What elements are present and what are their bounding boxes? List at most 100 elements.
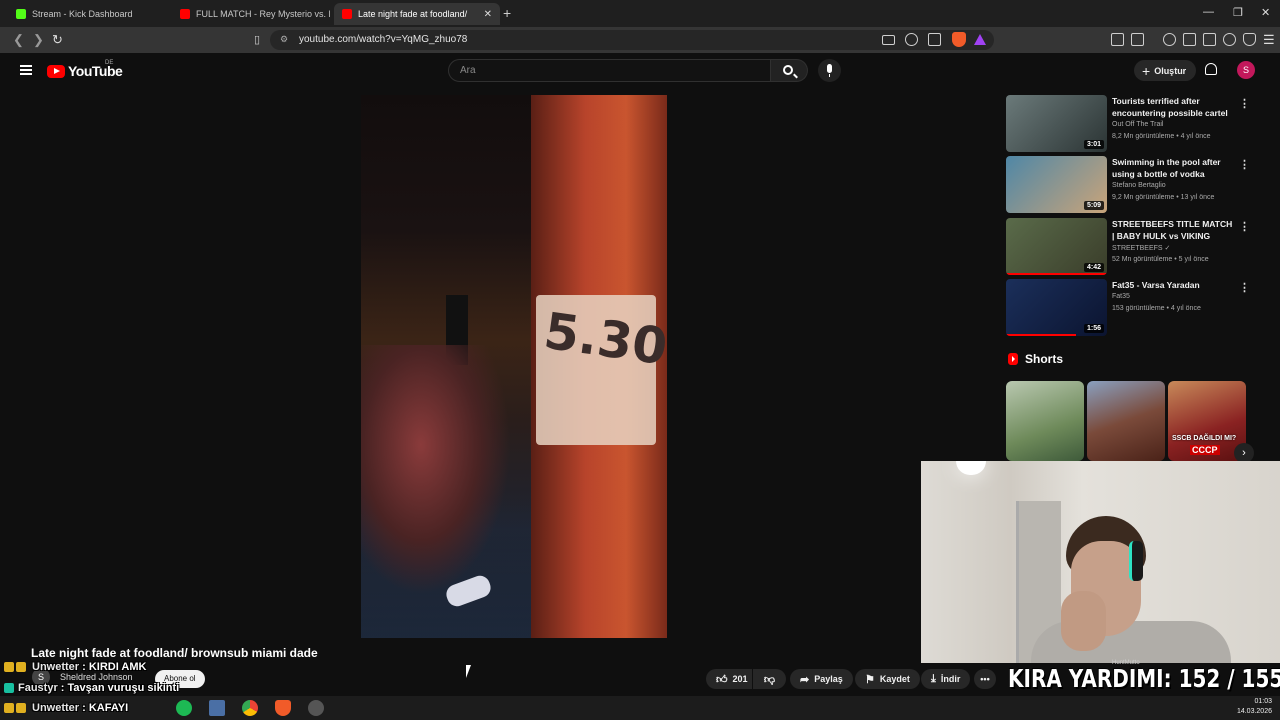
chrome-icon[interactable] [242, 700, 258, 716]
short-thumbnail[interactable] [1006, 381, 1084, 461]
duration-badge: 3:01 [1083, 140, 1104, 149]
dislike-button[interactable]: 👎︎ [753, 669, 786, 689]
obs-icon[interactable] [308, 700, 324, 716]
chat-username: Unwetter [32, 702, 80, 714]
chat-separator: : [79, 661, 89, 673]
search-placeholder: Ara [460, 65, 476, 76]
chat-badge-icon [16, 662, 26, 672]
share-button[interactable]: ➦ Paylaş [790, 669, 853, 689]
recommendation-thumbnail[interactable]: 3:01 [1006, 95, 1107, 152]
guide-menu-icon[interactable] [20, 65, 32, 75]
wallet-icon[interactable] [1131, 33, 1144, 46]
download-button[interactable]: ⤓ İndir [921, 669, 971, 689]
channel-name[interactable]: Sheldred Johnson [60, 672, 133, 682]
webcam-overlay [921, 461, 1280, 663]
youtube-wordmark: YouTube [68, 63, 123, 79]
search-button[interactable] [771, 59, 808, 82]
recommendation-channel[interactable]: Out Off The Trail [1112, 121, 1164, 128]
recommendation-item[interactable]: 3:01 Tourists terrified after encounteri… [1006, 95, 1256, 152]
more-vert-icon[interactable]: ⋮ [1239, 97, 1250, 110]
like-count: 201 [732, 674, 748, 684]
headset-icon [1129, 541, 1143, 581]
calculator-icon[interactable] [209, 700, 225, 716]
zoom-icon[interactable] [905, 33, 918, 46]
more-vert-icon[interactable]: ⋮ [1239, 158, 1250, 171]
media-icon[interactable] [1163, 33, 1176, 46]
forward-icon[interactable]: ❯ [33, 32, 44, 48]
sidebar-icon[interactable] [1183, 33, 1196, 46]
brave-shields-icon[interactable] [952, 32, 966, 47]
short-thumbnail[interactable] [1087, 381, 1165, 461]
cast-icon[interactable] [882, 35, 895, 45]
recommendation-item[interactable]: 5:09 Swimming in the pool after using a … [1006, 156, 1256, 213]
youtube-logo[interactable]: YouTube DE [47, 60, 123, 79]
recommendation-title[interactable]: Swimming in the pool after using a bottl… [1112, 156, 1234, 180]
recommendation-item[interactable]: 1:56 Fat35 - Varsa Yaradan Fat35 153 gör… [1006, 279, 1256, 336]
chat-badge-icon [4, 662, 14, 672]
account-avatar[interactable]: S [1237, 61, 1255, 79]
recommendation-channel[interactable]: Fat35 [1112, 293, 1130, 300]
save-button[interactable]: ⚑ Kaydet [855, 669, 920, 689]
notifications-icon[interactable] [1205, 63, 1217, 75]
create-button[interactable]: + Oluştur [1134, 60, 1197, 81]
tab-kick-dashboard[interactable]: Stream - Kick Dashboard [8, 3, 174, 25]
maximize-icon[interactable]: ❐ [1233, 6, 1243, 19]
chat-badge-icon [4, 683, 14, 693]
download-icon: ⤓ [931, 672, 936, 685]
rent-counter-overlay: KIRA YARDIMI: 152 / 155 [1008, 664, 1280, 693]
menu-icon[interactable]: ☰ [1263, 32, 1275, 48]
recommendation-title[interactable]: Fat35 - Varsa Yaradan [1112, 279, 1234, 291]
bookmark-icon[interactable]: ▯ [254, 33, 260, 46]
chat-badge-icon [4, 703, 14, 713]
chat-overlay-message: Faustyr : Tavşan vuruşu sikinti [4, 682, 179, 694]
leo-ai-icon[interactable] [1223, 33, 1236, 46]
close-window-icon[interactable]: ✕ [1261, 6, 1270, 19]
recommendation-item[interactable]: 4:42 STREETBEEFS TITLE MATCH | BABY HULK… [1006, 218, 1256, 275]
wallet2-icon[interactable] [1203, 33, 1216, 46]
tab-title: Stream - Kick Dashboard [32, 9, 133, 19]
more-actions-button[interactable]: ••• [974, 669, 996, 689]
url-text: youtube.com/watch?v=YqMG_zhuo78 [299, 34, 468, 45]
recommendation-channel[interactable]: Stefano Bertaglio [1112, 182, 1166, 189]
tab-late-night-fade[interactable]: Late night fade at foodland/ ✕ [334, 3, 500, 25]
more-vert-icon[interactable]: ⋮ [1239, 220, 1250, 233]
brave-rewards-icon[interactable] [974, 34, 986, 45]
close-tab-icon[interactable]: ✕ [484, 9, 492, 20]
recommendation-meta: 8,2 Mn görüntüleme • 4 yıl önce [1112, 133, 1211, 140]
plus-icon: + [1142, 62, 1151, 79]
extensions-icon[interactable] [1111, 33, 1124, 46]
chevron-right-icon[interactable]: › [1234, 443, 1254, 463]
tab-title: Late night fade at foodland/ [358, 9, 468, 19]
brave-icon[interactable] [275, 700, 291, 716]
more-vert-icon[interactable]: ⋮ [1239, 281, 1250, 294]
recommendation-thumbnail[interactable]: 4:42 [1006, 218, 1107, 275]
youtube-favicon-icon [342, 9, 352, 19]
recommendation-thumbnail[interactable]: 1:56 [1006, 279, 1107, 336]
spotify-icon[interactable] [176, 700, 192, 716]
system-clock[interactable]: 01:03 14.03.2026 [1237, 697, 1272, 717]
shorts-icon [1008, 353, 1018, 365]
chat-message: KAFAYI [88, 702, 129, 714]
download-label: İndir [940, 674, 961, 684]
site-info-icon[interactable]: ⚙ [280, 34, 288, 45]
tab-full-match[interactable]: FULL MATCH - Rey Mysterio vs. Batis [172, 3, 338, 25]
clock-date: 14.03.2026 [1236, 708, 1272, 715]
recommendation-channel[interactable]: STREETBEEFS ✓ [1112, 244, 1170, 252]
recommendation-thumbnail[interactable]: 5:09 [1006, 156, 1107, 213]
voice-search-icon[interactable] [818, 59, 841, 82]
video-player[interactable]: 5.30 [361, 95, 667, 638]
video-title: Late night fade at foodland/ brownsub mi… [31, 646, 318, 660]
search-input[interactable]: Ara [448, 59, 771, 82]
recommendation-title[interactable]: STREETBEEFS TITLE MATCH | BABY HULK vs V… [1112, 218, 1234, 242]
recommendation-meta: 9,2 Mn görüntüleme • 13 yıl önce [1112, 194, 1215, 201]
back-icon[interactable]: ❮ [13, 32, 24, 48]
shorts-title: Shorts [1025, 352, 1064, 366]
share-page-icon[interactable] [928, 33, 941, 46]
share-label: Paylaş [814, 674, 843, 684]
recommendation-title[interactable]: Tourists terrified after encountering po… [1112, 95, 1234, 119]
new-tab-button[interactable]: + [503, 5, 511, 21]
minimize-icon[interactable]: — [1203, 6, 1214, 18]
like-button[interactable]: 👍︎ 201 [706, 669, 752, 689]
reload-icon[interactable]: ↻ [52, 32, 63, 48]
vpn-icon[interactable] [1243, 33, 1256, 46]
